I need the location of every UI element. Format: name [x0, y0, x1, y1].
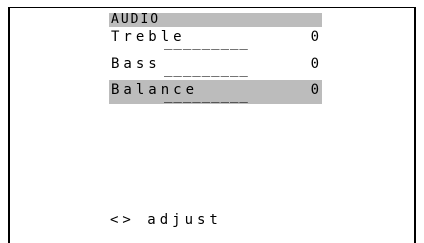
menu-item-bass[interactable]: Bass _________ 0 — [109, 54, 322, 78]
menu-header: AUDIO — [109, 13, 322, 27]
menu-title: AUDIO — [111, 12, 161, 27]
menu-item-label: Bass — [111, 56, 161, 72]
menu-item-treble[interactable]: Treble _________ 0 — [109, 27, 322, 51]
level-value: 0 — [310, 56, 319, 72]
level-value: 0 — [310, 29, 319, 45]
adjust-hint: <> adjust — [110, 212, 222, 228]
menu-item-balance[interactable]: Balance _________ 0 — [109, 80, 322, 104]
level-value: 0 — [310, 82, 319, 98]
level-bar: _________ — [164, 34, 249, 50]
level-bar: _________ — [164, 87, 249, 103]
level-bar: _________ — [164, 61, 249, 77]
